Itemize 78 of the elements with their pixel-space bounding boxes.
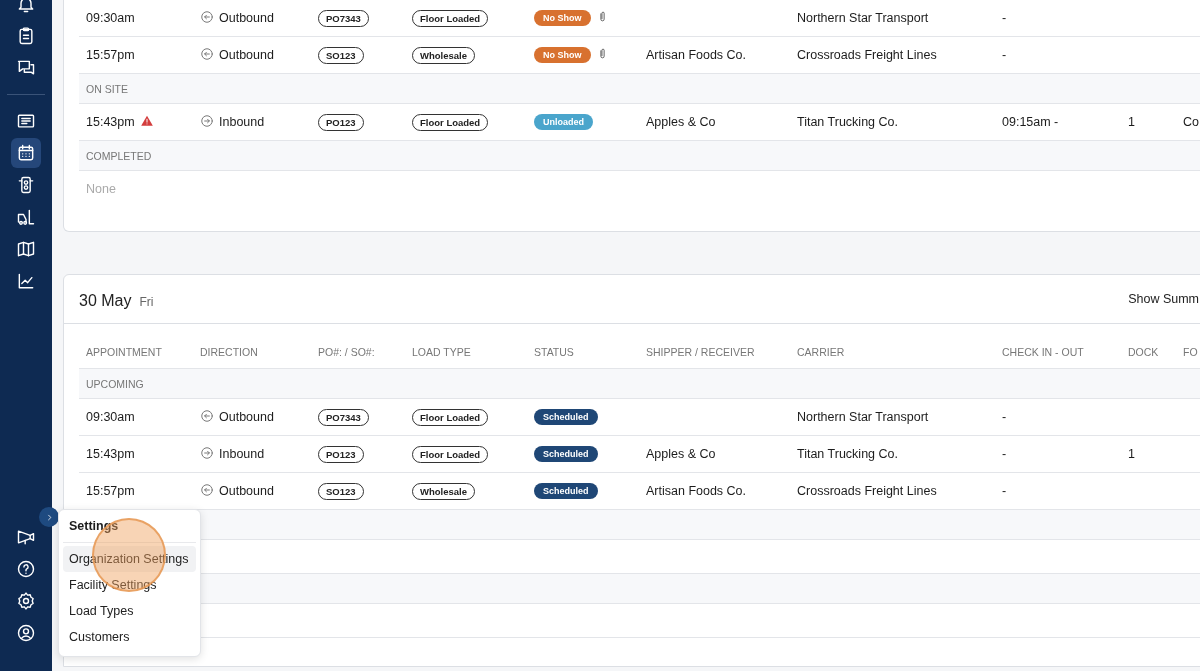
check-in-out: 09:15am - [1002, 115, 1059, 129]
appointment-time: 09:30am [86, 410, 135, 424]
status-badge: Unloaded [534, 114, 593, 130]
status-badge: No Show [534, 10, 591, 26]
direction-label: Outbound [219, 484, 274, 498]
left-arrow-circle-icon [200, 9, 214, 24]
chat-icon [16, 58, 36, 78]
help-icon [16, 559, 36, 579]
carrier-name: Northern Star Transport [797, 410, 929, 424]
shipper-name: Artisan Foods Co. [646, 48, 747, 62]
weekday-label: Fri [139, 295, 154, 309]
right-arrow-circle-icon [200, 445, 214, 460]
column-header: LOAD TYPE [411, 346, 472, 358]
column-header: APPOINTMENT [85, 346, 163, 358]
day-title: 30 May [79, 292, 132, 310]
direction-label: Inbound [219, 447, 265, 461]
appointment-time: 15:43pm [86, 447, 135, 461]
menu-item[interactable]: Load Types [63, 598, 196, 624]
carrier-name: Crossroads Freight Lines [797, 48, 937, 62]
forklift-icon [16, 207, 36, 227]
left-arrow-circle-icon [200, 482, 214, 497]
check-in-out: - [1002, 484, 1007, 498]
section-label: UPCOMING [86, 377, 144, 390]
left-arrow-circle-icon [200, 408, 214, 423]
dock-number: 1 [1128, 115, 1135, 129]
section-label: COMPLETED [86, 149, 152, 162]
column-header: SHIPPER / RECEIVER [645, 346, 756, 358]
section-label: ON SITE [86, 82, 128, 95]
settings-icon [16, 591, 36, 611]
traffic-light-icon [16, 175, 36, 195]
shipper-name: Apples & Co [646, 115, 716, 129]
check-in-out: - [1002, 48, 1007, 62]
carrier-name: Titan Trucking Co. [797, 115, 898, 129]
carrier-name: Crossroads Freight Lines [797, 484, 937, 498]
status-badge: Scheduled [534, 483, 598, 499]
shipper-name: Apples & Co [646, 447, 716, 461]
appointment-time: 15:43pm [86, 115, 135, 129]
column-header: STATUS [533, 346, 575, 358]
check-in-out: - [1002, 447, 1007, 461]
chart-icon [16, 271, 36, 291]
appointment-time: 15:57pm [86, 484, 135, 498]
ticket-list-icon [16, 111, 36, 131]
right-arrow-circle-icon [200, 113, 214, 128]
map-icon [16, 239, 36, 259]
empty-text: None [86, 182, 116, 196]
direction-label: Outbound [219, 11, 274, 25]
sidebar-item[interactable] [11, 138, 41, 168]
clipboard-icon [16, 26, 36, 46]
appointment-time: 09:30am [86, 11, 135, 25]
direction-label: Outbound [219, 48, 274, 62]
user-icon [16, 623, 36, 643]
left-arrow-circle-icon [200, 46, 214, 61]
status-badge: Scheduled [534, 409, 598, 425]
megaphone-icon [16, 527, 36, 547]
column-header: CHECK IN - OUT [1001, 346, 1085, 358]
check-in-out: - [1002, 11, 1007, 25]
calendar-icon [16, 143, 36, 163]
status-badge: No Show [534, 47, 591, 63]
direction-label: Outbound [219, 410, 274, 424]
column-header: PO#: / SO#: [317, 346, 376, 358]
status-badge: Scheduled [534, 446, 598, 462]
menu-item[interactable]: Customers [63, 624, 196, 650]
bell-icon [16, 0, 36, 14]
direction-label: Inbound [219, 115, 265, 129]
show-summary-button[interactable]: Show Summ [1128, 292, 1199, 306]
column-header: DOCK [1127, 346, 1160, 358]
dock-number: 1 [1128, 447, 1135, 461]
shipper-name: Artisan Foods Co. [646, 484, 747, 498]
check-in-out: - [1002, 410, 1007, 424]
column-header: DIRECTION [199, 346, 259, 358]
column-header: FO [1182, 346, 1199, 358]
carrier-name: Northern Star Transport [797, 11, 929, 25]
menu-item[interactable]: Facility Settings [63, 572, 196, 598]
column-header: CARRIER [796, 346, 846, 358]
carrier-name: Titan Trucking Co. [797, 447, 898, 461]
appointment-time: 15:57pm [86, 48, 135, 62]
expand-sidebar-button[interactable] [39, 507, 59, 527]
table-cell: Co [1183, 115, 1199, 129]
